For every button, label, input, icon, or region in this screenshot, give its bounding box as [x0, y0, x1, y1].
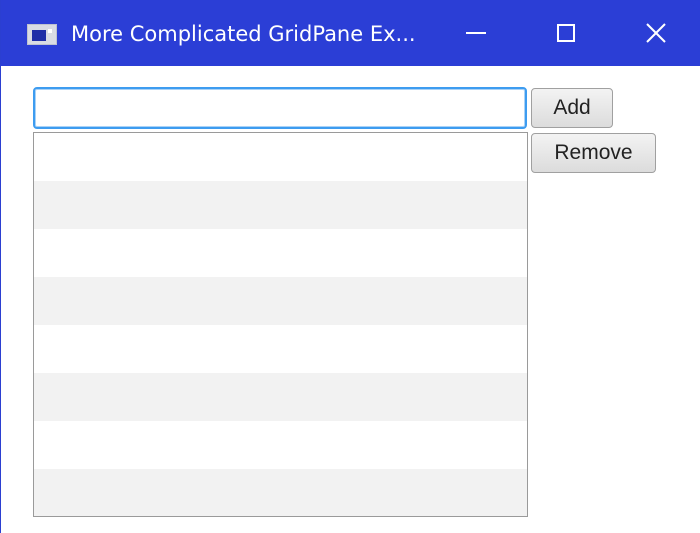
application-window: More Complicated GridPane Ex... Add Remo…	[0, 0, 700, 533]
list-item[interactable]	[34, 325, 527, 373]
close-button[interactable]	[611, 0, 700, 66]
list-item[interactable]	[34, 469, 527, 516]
items-list-view[interactable]	[33, 132, 528, 517]
title-bar[interactable]: More Complicated GridPane Ex...	[1, 0, 700, 66]
maximize-button[interactable]	[521, 0, 611, 66]
minimize-button[interactable]	[431, 0, 521, 66]
list-item[interactable]	[34, 373, 527, 421]
maximize-icon	[557, 24, 575, 42]
list-item[interactable]	[34, 181, 527, 229]
window-title: More Complicated GridPane Ex...	[71, 22, 416, 46]
minimize-icon	[466, 32, 486, 34]
remove-button[interactable]: Remove	[531, 133, 656, 173]
list-item[interactable]	[34, 229, 527, 277]
app-icon-pane	[32, 30, 46, 41]
app-window-icon	[27, 24, 57, 45]
item-text-input[interactable]	[33, 87, 527, 129]
list-item[interactable]	[34, 277, 527, 325]
close-icon	[646, 23, 666, 43]
list-item[interactable]	[34, 421, 527, 469]
app-icon-dot	[48, 29, 52, 33]
list-item[interactable]	[34, 133, 527, 181]
add-button[interactable]: Add	[531, 88, 613, 128]
